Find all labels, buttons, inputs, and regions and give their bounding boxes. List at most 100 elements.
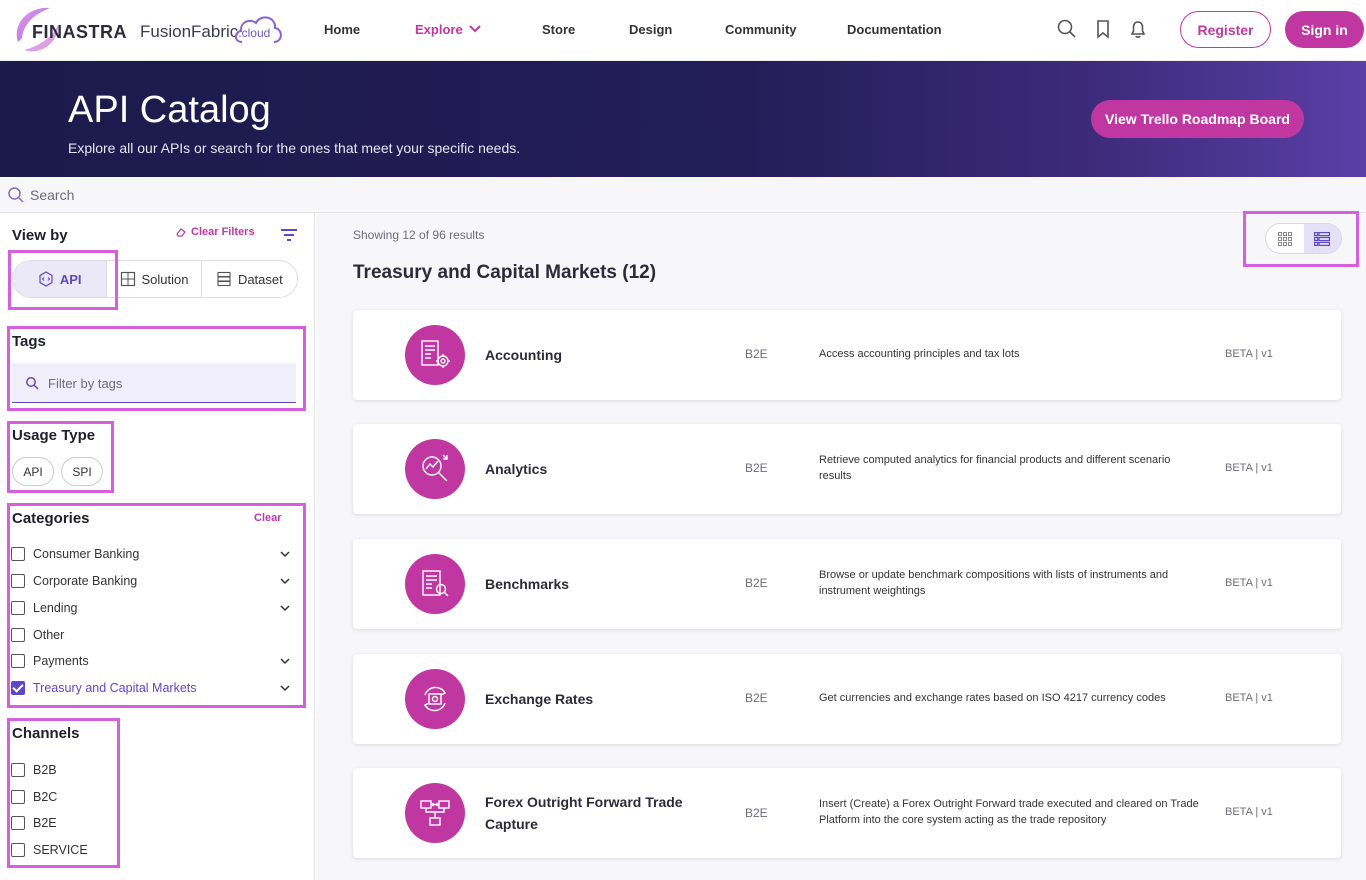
category-label: Treasury and Capital Markets — [33, 681, 197, 695]
channel-b2b[interactable]: B2B — [11, 761, 291, 779]
chevron-down-icon[interactable] — [279, 682, 291, 694]
channel-checkbox[interactable] — [11, 843, 25, 857]
api-channel: B2E — [745, 691, 768, 705]
view-by-solution-label: Solution — [141, 271, 189, 287]
channel-checkbox[interactable] — [11, 816, 25, 830]
cloud-icon — [234, 16, 282, 43]
tags-filter-input[interactable] — [48, 373, 288, 393]
api-channel: B2E — [745, 461, 768, 475]
finastra-wordmark: FINASTRA — [32, 22, 127, 42]
fusionfabric-wordmark: FusionFabric — [140, 22, 239, 41]
view-mode-toggle — [1265, 223, 1342, 254]
category-label: Other — [33, 628, 65, 642]
category-label: Payments — [33, 654, 89, 668]
chevron-down-icon[interactable] — [279, 575, 291, 587]
api-channel: B2E — [745, 347, 768, 361]
tags-filter — [12, 363, 296, 403]
solution-icon — [120, 271, 135, 287]
chevron-down-icon[interactable] — [279, 548, 291, 560]
dataset-icon — [217, 271, 231, 287]
api-name[interactable]: Accounting — [485, 344, 705, 366]
api-version: BETA | v1 — [1225, 692, 1273, 704]
category-checkbox[interactable] — [11, 574, 25, 588]
page-title: API Catalog — [68, 89, 271, 131]
nav-community[interactable]: Community — [725, 22, 797, 37]
category-treasury-capital-markets[interactable]: Treasury and Capital Markets — [11, 679, 291, 697]
api-name[interactable]: Forex Outright Forward Trade Capture — [485, 791, 705, 835]
api-card-forex-outright-forward[interactable]: Forex Outright Forward Trade Capture B2E… — [353, 768, 1341, 858]
categories-clear-link[interactable]: Clear — [254, 512, 282, 524]
view-by-dataset[interactable]: Dataset — [202, 261, 297, 297]
category-checkbox[interactable] — [11, 628, 25, 642]
view-by-api[interactable]: API — [13, 261, 108, 297]
api-card-exchange-rates[interactable]: Exchange Rates B2E Get currencies and ex… — [353, 654, 1341, 744]
category-checkbox-checked[interactable] — [11, 681, 25, 695]
nav-home[interactable]: Home — [324, 22, 360, 37]
api-description: Insert (Create) a Forex Outright Forward… — [819, 798, 1199, 826]
finastra-logo[interactable]: FINASTRA — [10, 2, 128, 58]
channel-b2e[interactable]: B2E — [11, 814, 291, 832]
results-group-title: Treasury and Capital Markets (12) — [353, 262, 657, 283]
channel-checkbox[interactable] — [11, 763, 25, 777]
chevron-down-icon[interactable] — [468, 21, 482, 35]
list-view-button[interactable] — [1303, 224, 1341, 253]
channel-service[interactable]: SERVICE — [11, 841, 291, 859]
category-lending[interactable]: Lending — [11, 599, 291, 617]
channel-b2c[interactable]: B2C — [11, 788, 291, 806]
clear-filters-link[interactable]: Clear Filters — [175, 226, 255, 238]
api-description: Retrieve computed analytics for financia… — [819, 454, 1171, 482]
chevron-down-icon[interactable] — [279, 655, 291, 667]
benchmarks-icon — [405, 554, 465, 614]
nav-documentation[interactable]: Documentation — [847, 22, 942, 37]
nav-design[interactable]: Design — [629, 22, 672, 37]
channels-title: Channels — [12, 725, 80, 742]
api-card-accounting[interactable]: Accounting B2E Access accounting princip… — [353, 310, 1341, 400]
filter-icon[interactable] — [280, 228, 298, 242]
chevron-down-icon[interactable] — [279, 602, 291, 614]
results-count: Showing 12 of 96 results — [353, 228, 485, 242]
api-version: BETA | v1 — [1225, 577, 1273, 589]
category-checkbox[interactable] — [11, 547, 25, 561]
category-consumer-banking[interactable]: Consumer Banking — [11, 545, 291, 563]
analytics-icon — [405, 439, 465, 499]
bookmark-icon[interactable] — [1092, 18, 1114, 40]
api-version: BETA | v1 — [1225, 348, 1273, 360]
api-name[interactable]: Analytics — [485, 458, 705, 480]
api-card-benchmarks[interactable]: Benchmarks B2E Browse or update benchmar… — [353, 539, 1341, 629]
channel-label: B2B — [33, 763, 57, 777]
search-input[interactable] — [30, 183, 630, 207]
api-channel: B2E — [745, 806, 768, 820]
fusionfabric-logo[interactable]: FusionFabric.cloud — [140, 12, 285, 48]
grid-icon — [1277, 231, 1292, 246]
channel-checkbox[interactable] — [11, 790, 25, 804]
category-payments[interactable]: Payments — [11, 652, 291, 670]
api-name[interactable]: Exchange Rates — [485, 688, 705, 710]
usage-type-chip-spi[interactable]: SPI — [61, 457, 103, 486]
search-icon[interactable] — [1056, 18, 1078, 40]
accounting-icon — [405, 325, 465, 385]
category-checkbox[interactable] — [11, 601, 25, 615]
api-description: Browse or update benchmark compositions … — [819, 569, 1169, 597]
category-label: Lending — [33, 601, 78, 615]
view-by-api-label: API — [59, 271, 82, 287]
clear-filters-label: Clear Filters — [191, 226, 255, 238]
tags-title: Tags — [12, 333, 46, 350]
bell-icon[interactable] — [1127, 18, 1149, 40]
api-channel: B2E — [745, 576, 768, 590]
nav-store[interactable]: Store — [542, 22, 575, 37]
view-by-solution[interactable]: Solution — [107, 261, 202, 297]
category-label: Consumer Banking — [33, 547, 140, 561]
category-other[interactable]: Other — [11, 626, 291, 644]
category-corporate-banking[interactable]: Corporate Banking — [11, 572, 291, 590]
sign-in-button[interactable]: Sign in — [1285, 11, 1364, 48]
usage-type-chip-api[interactable]: API — [12, 457, 54, 486]
register-button[interactable]: Register — [1180, 11, 1271, 48]
trello-roadmap-button[interactable]: View Trello Roadmap Board — [1091, 100, 1304, 138]
channel-label: SERVICE — [33, 843, 88, 857]
api-name[interactable]: Benchmarks — [485, 573, 705, 595]
exchange-rates-icon — [405, 669, 465, 729]
nav-explore[interactable]: Explore — [415, 22, 463, 37]
grid-view-button[interactable] — [1266, 224, 1304, 253]
api-card-analytics[interactable]: Analytics B2E Retrieve computed analytic… — [353, 424, 1341, 514]
category-checkbox[interactable] — [11, 654, 25, 668]
